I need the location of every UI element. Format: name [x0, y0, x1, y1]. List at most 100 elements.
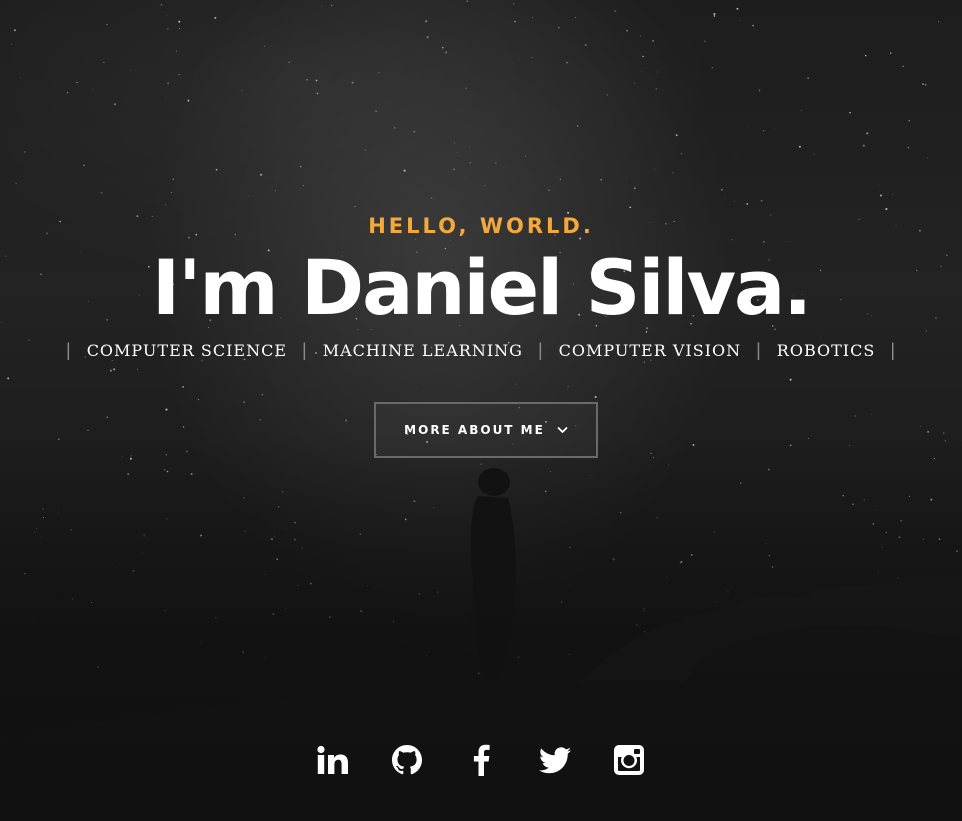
star	[773, 128, 775, 129]
tag-separator: |	[302, 340, 308, 360]
star	[413, 130, 416, 133]
star	[345, 419, 348, 422]
star	[494, 161, 497, 164]
more-about-me-label: MORE ABOUT ME	[404, 423, 545, 437]
star	[276, 177, 277, 178]
star	[241, 89, 244, 92]
github-link[interactable]	[387, 740, 427, 780]
star	[943, 432, 945, 434]
star	[924, 83, 927, 86]
star	[315, 79, 318, 82]
star	[100, 191, 103, 194]
star	[456, 151, 458, 153]
star	[463, 177, 465, 178]
star	[600, 179, 602, 181]
star	[927, 431, 929, 433]
star	[83, 164, 85, 167]
star	[178, 74, 180, 76]
star	[288, 61, 290, 63]
star	[113, 103, 116, 106]
star	[907, 146, 910, 149]
star	[849, 111, 851, 114]
star	[713, 12, 716, 16]
facebook-icon	[473, 744, 490, 776]
star	[713, 15, 716, 17]
star	[15, 182, 17, 184]
star	[703, 40, 706, 43]
star	[641, 71, 643, 73]
star	[514, 82, 515, 83]
star	[172, 178, 174, 180]
star	[425, 20, 428, 23]
star	[187, 99, 190, 102]
chevron-down-icon	[557, 427, 568, 433]
star	[264, 45, 266, 47]
star	[854, 415, 856, 417]
star	[266, 177, 268, 178]
star	[13, 29, 16, 32]
star	[76, 81, 78, 84]
star	[167, 82, 169, 84]
star	[20, 77, 22, 79]
star	[531, 17, 533, 19]
facebook-link[interactable]	[461, 740, 501, 780]
star	[575, 16, 577, 19]
star	[248, 195, 250, 197]
instagram-link[interactable]	[609, 740, 649, 780]
tag-list: | COMPUTER SCIENCE | MACHINE LEARNING | …	[0, 340, 962, 361]
tag-separator: |	[890, 340, 896, 360]
star	[426, 36, 429, 39]
star	[643, 361, 646, 363]
star	[524, 155, 526, 157]
star	[260, 173, 263, 176]
star	[403, 169, 406, 172]
star	[739, 20, 741, 22]
star	[375, 110, 377, 112]
star	[515, 383, 517, 385]
star	[469, 146, 471, 148]
star	[711, 66, 714, 69]
star	[417, 75, 419, 76]
star	[302, 185, 304, 187]
star	[626, 178, 628, 180]
star	[394, 127, 396, 129]
star	[416, 387, 418, 388]
star	[87, 429, 89, 432]
github-icon	[392, 745, 422, 775]
star	[106, 416, 109, 419]
star	[724, 196, 726, 198]
star	[927, 157, 929, 159]
star	[378, 72, 380, 74]
star	[594, 395, 597, 399]
twitter-icon	[539, 746, 571, 773]
star	[807, 77, 810, 80]
linkedin-link[interactable]	[313, 740, 353, 780]
star	[657, 71, 659, 73]
twitter-link[interactable]	[535, 740, 575, 780]
star	[182, 386, 184, 388]
star	[114, 369, 115, 370]
star	[633, 187, 636, 190]
greeting-text: HELLO, WORLD.	[368, 214, 594, 238]
star	[559, 178, 562, 181]
star	[813, 153, 815, 155]
star	[642, 55, 644, 58]
tag-item: COMPUTER SCIENCE	[86, 341, 288, 360]
star	[453, 142, 456, 144]
star	[274, 190, 277, 192]
tag-separator: |	[66, 340, 72, 360]
more-about-me-button[interactable]: MORE ABOUT ME	[374, 402, 598, 458]
star	[629, 206, 632, 209]
star	[807, 437, 809, 439]
star	[351, 81, 354, 84]
star	[654, 168, 656, 170]
star	[215, 168, 218, 171]
star	[866, 132, 869, 135]
star	[721, 188, 723, 191]
star	[734, 200, 736, 202]
star	[606, 93, 609, 96]
star	[514, 20, 516, 23]
star	[306, 79, 308, 81]
star	[879, 184, 880, 186]
star	[519, 58, 520, 60]
